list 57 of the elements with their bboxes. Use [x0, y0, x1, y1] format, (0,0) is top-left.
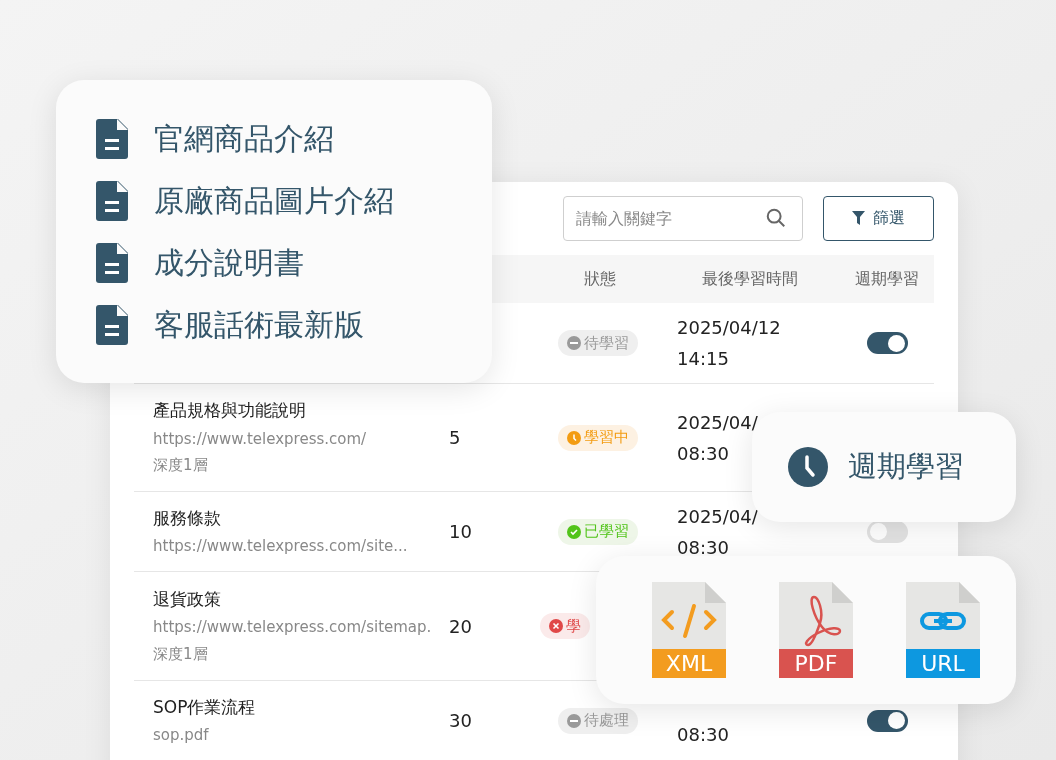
document-name[interactable]: 成分說明書	[154, 247, 304, 278]
item-url: sop.pdf	[153, 725, 210, 746]
time-text: 08:30	[677, 535, 730, 560]
time-text: 14:15	[677, 347, 730, 371]
date-text: 2025/04/	[677, 410, 759, 435]
toggle-switch[interactable]	[866, 520, 908, 543]
minus-icon	[567, 713, 581, 728]
minus-icon	[567, 336, 581, 350]
document-icon	[96, 118, 128, 159]
link-file-icon	[906, 582, 980, 649]
item-count: 5	[449, 427, 461, 448]
status-badge: 已學習	[558, 518, 638, 545]
time-text: 08:30	[677, 441, 730, 466]
document-name[interactable]: 官網商品介紹	[154, 123, 334, 154]
document-icon	[96, 180, 128, 221]
check-icon	[567, 524, 581, 539]
document-name[interactable]: 原廠商品圖片介紹	[154, 185, 394, 216]
file-type-badge: PDF	[779, 649, 853, 678]
code-file-icon	[652, 582, 726, 649]
search-field[interactable]: 請輸入關鍵字	[563, 195, 803, 241]
file-type-badge: URL	[906, 649, 980, 678]
item-count: 20	[449, 615, 472, 637]
item-url: https://www.telexpress.com/sitemap.	[153, 617, 433, 639]
item-count: 10	[449, 521, 472, 542]
item-count: 30	[449, 710, 472, 731]
item-url: https://www.telexpress.com/site...	[153, 536, 409, 557]
date-text: 2025/04/	[677, 504, 759, 529]
item-url: https://www.telexpress.com/	[153, 428, 368, 450]
status-badge: 待學習	[558, 330, 638, 356]
search-icon	[765, 206, 787, 229]
column-header: 狀態	[584, 268, 616, 290]
status-badge: 待處理	[558, 707, 638, 734]
toggle-switch[interactable]	[866, 332, 908, 354]
date-text: 2025/04/12	[677, 316, 782, 340]
column-header: 最後學習時間	[702, 268, 798, 290]
time-text: 08:30	[677, 723, 730, 747]
status-badge: 學習中	[558, 424, 638, 451]
acrobat-file-icon	[779, 582, 853, 649]
depth-label: 深度1層	[153, 643, 209, 665]
item-title: 服務條款	[153, 506, 222, 530]
depth-label: 深度1層	[153, 455, 209, 477]
filter-button[interactable]: 篩選	[823, 195, 934, 241]
filter-icon	[852, 211, 865, 225]
toggle-switch[interactable]	[866, 709, 908, 732]
status-badge: 學	[540, 613, 590, 639]
schedule-label: 週期學習	[848, 448, 964, 486]
item-title: 退貨政策	[153, 587, 222, 611]
column-header: 週期學習	[855, 268, 919, 290]
document-name[interactable]: 客服話術最新版	[154, 309, 364, 340]
item-title: 產品規格與功能說明	[153, 399, 307, 423]
document-icon	[96, 242, 128, 283]
file-type-badge: XML	[652, 649, 726, 678]
document-icon	[96, 304, 128, 345]
close-icon	[549, 619, 563, 633]
item-title: SOP作業流程	[153, 695, 257, 719]
clock-icon	[567, 430, 581, 445]
clock-icon	[788, 447, 828, 487]
